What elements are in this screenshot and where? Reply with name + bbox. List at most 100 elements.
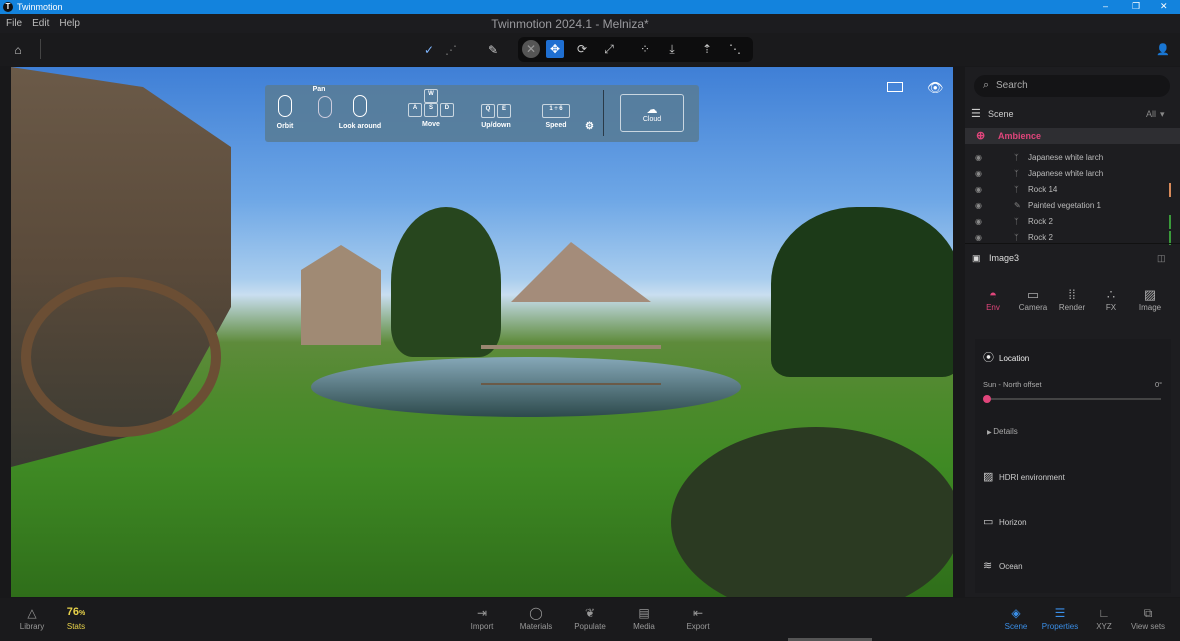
align-icon[interactable]: ⋱ <box>726 40 744 58</box>
bottom-import-button[interactable]: ⇥ Import <box>460 606 504 631</box>
search-placeholder: Search <box>996 80 1028 91</box>
render-icon: ⁞⁞ <box>1068 287 1076 302</box>
location-pin-icon: ⦿ <box>983 352 994 364</box>
move-icon[interactable]: ✥ <box>546 40 564 58</box>
water-wheel <box>21 277 221 437</box>
sun-offset-value: 0° <box>1155 380 1163 389</box>
plant-icon: ᛉ <box>1014 169 1019 178</box>
chevron-down-icon[interactable]: ▾ <box>1160 109 1165 120</box>
bottom-populate-button[interactable]: ❦ Populate <box>568 606 612 631</box>
scene-icon: ◈ <box>1011 606 1021 620</box>
export-icon: ⇤ <box>692 606 704 620</box>
eye-icon[interactable]: ◉ <box>975 153 982 162</box>
eye-icon[interactable]: ◉ <box>975 185 982 194</box>
search-input[interactable]: ⌕ Search <box>974 75 1170 97</box>
scene-title: Scene <box>988 109 1014 119</box>
cloud-icon: ☁ <box>646 104 658 116</box>
stats-value: 76% <box>66 606 86 618</box>
ocean-icon: ≋ <box>983 560 993 572</box>
3d-viewport[interactable]: Orbit Pan Look around W A S D Move Q E U… <box>11 67 953 597</box>
eye-icon[interactable]: ◉ <box>975 233 982 242</box>
navigation-help-overlay: Orbit Pan Look around W A S D Move Q E U… <box>265 85 699 142</box>
pivot-icon[interactable]: ⇡ <box>698 40 716 58</box>
plant-icon: ᛉ <box>1014 233 1019 242</box>
library-button[interactable]: △ Library <box>10 606 54 631</box>
stats-button[interactable]: 76% Stats <box>54 606 98 631</box>
camera-icon: ▭ <box>1026 287 1040 302</box>
divider <box>603 90 604 136</box>
close-button[interactable]: ✕ <box>1160 1 1168 12</box>
details-expander[interactable]: ▶ Details <box>987 427 1018 436</box>
panel-toggle-icon[interactable] <box>887 82 903 92</box>
visibility-eye-icon[interactable]: 👁 <box>927 80 944 96</box>
window-title: Twinmotion 2024.1 - Melniza* <box>491 17 649 31</box>
plant-icon: ᛉ <box>1014 185 1019 194</box>
tree-cluster <box>771 207 953 377</box>
divider <box>40 39 41 59</box>
settings-gear-icon[interactable]: ⚙ <box>585 121 594 132</box>
scale-icon[interactable]: ⤢ <box>600 40 618 58</box>
cloud-button[interactable]: ☁ Cloud <box>620 94 684 132</box>
eye-icon[interactable]: ◉ <box>975 169 982 178</box>
filter-dropdown[interactable]: All <box>1146 109 1156 119</box>
key-e: E <box>496 104 511 118</box>
bottom-xyz-button[interactable]: ∟ XYZ <box>1082 606 1126 631</box>
tab-render[interactable]: ⁞⁞ Render <box>1054 287 1090 312</box>
image-icon: ▣ <box>972 253 981 263</box>
key-s: S <box>424 103 438 117</box>
bottom-view-sets-button[interactable]: ⧉ View sets <box>1126 606 1170 631</box>
import-icon: ⇥ <box>476 606 488 620</box>
bottom-properties-button[interactable]: ☰ Properties <box>1038 606 1082 631</box>
key-q: Q <box>481 104 496 118</box>
scene-item-ambience[interactable]: ⊕ Ambience <box>965 128 1180 144</box>
speed-key: 1 ÷ 6 <box>542 104 570 118</box>
tab-fx[interactable]: ∴ FX <box>1093 287 1129 312</box>
rotate-icon[interactable]: ⟳ <box>573 40 591 58</box>
eye-icon[interactable]: ◉ <box>975 201 982 210</box>
eye-icon[interactable]: ◉ <box>975 217 982 226</box>
slider-handle[interactable] <box>983 395 991 403</box>
menu-bar: File Edit Help Twinmotion 2024.1 - Melni… <box>0 14 1180 33</box>
tab-env[interactable]: ◓ Env <box>975 287 1011 312</box>
ocean-section[interactable]: ≋ Ocean <box>983 559 1023 572</box>
bottom-export-button[interactable]: ⇤ Export <box>676 606 720 631</box>
key-w: W <box>424 89 438 103</box>
tab-camera[interactable]: ▭ Camera <box>1015 287 1051 312</box>
horizon-icon: ▭ <box>983 516 994 528</box>
sun-offset-label: Sun - North offset <box>983 380 1042 389</box>
picker-icon[interactable]: ✎ <box>484 41 502 59</box>
mountain <box>511 242 651 302</box>
bottom-media-button[interactable]: ▤ Media <box>622 606 666 631</box>
plant-icon: ᛉ <box>1014 153 1019 162</box>
bottom-scene-button[interactable]: ◈ Scene <box>994 606 1038 631</box>
materials-icon: ◯ <box>529 606 543 620</box>
xyz-icon: ∟ <box>1098 606 1110 620</box>
drop-to-floor-icon[interactable]: ⤓ <box>663 40 681 58</box>
split-view-icon[interactable]: ◫ <box>1157 253 1166 264</box>
horizon-section[interactable]: ▭ Horizon <box>983 515 1027 528</box>
sun-offset-slider[interactable] <box>983 395 1161 403</box>
image-tab-icon: ▨ <box>1143 287 1157 302</box>
tab-image[interactable]: ▨ Image <box>1132 287 1168 312</box>
location-section[interactable]: ⦿ Location <box>983 349 1029 365</box>
properties-title: Image3 <box>989 253 1020 263</box>
cancel-icon[interactable]: ✕ <box>522 40 540 58</box>
env-icon: ◓ <box>989 287 997 302</box>
bottom-bar: △ Library 76% Stats ⇥ Import ◯ Materials ❦ Popu… <box>0 598 1180 641</box>
snap-icon[interactable]: ⁘ <box>636 40 654 58</box>
app-name: Twinmotion <box>17 2 63 12</box>
divider <box>965 243 1180 244</box>
library-icon: △ <box>27 606 37 620</box>
status-marker <box>1169 183 1171 197</box>
hdri-section[interactable]: ▨ HDRI environment <box>983 470 1065 483</box>
maximize-button[interactable]: ❐ <box>1132 1 1140 12</box>
media-icon: ▤ <box>638 606 650 620</box>
bottom-materials-button[interactable]: ◯ Materials <box>514 606 558 631</box>
move-label: Move <box>422 121 440 128</box>
grid-icon[interactable]: ⋰ <box>442 41 460 59</box>
check-icon[interactable]: ✓ <box>420 41 438 59</box>
home-icon[interactable]: ⌂ <box>9 41 27 59</box>
toolbar: ⌂ ✓ ⋰ ✎ ✕ ✥ ⟳ ⤢ ⁘ ⤓ ⇡ ⋱ 👤 <box>0 33 1180 66</box>
user-icon[interactable]: 👤 <box>1154 41 1172 59</box>
minimize-button[interactable]: – <box>1103 1 1108 11</box>
